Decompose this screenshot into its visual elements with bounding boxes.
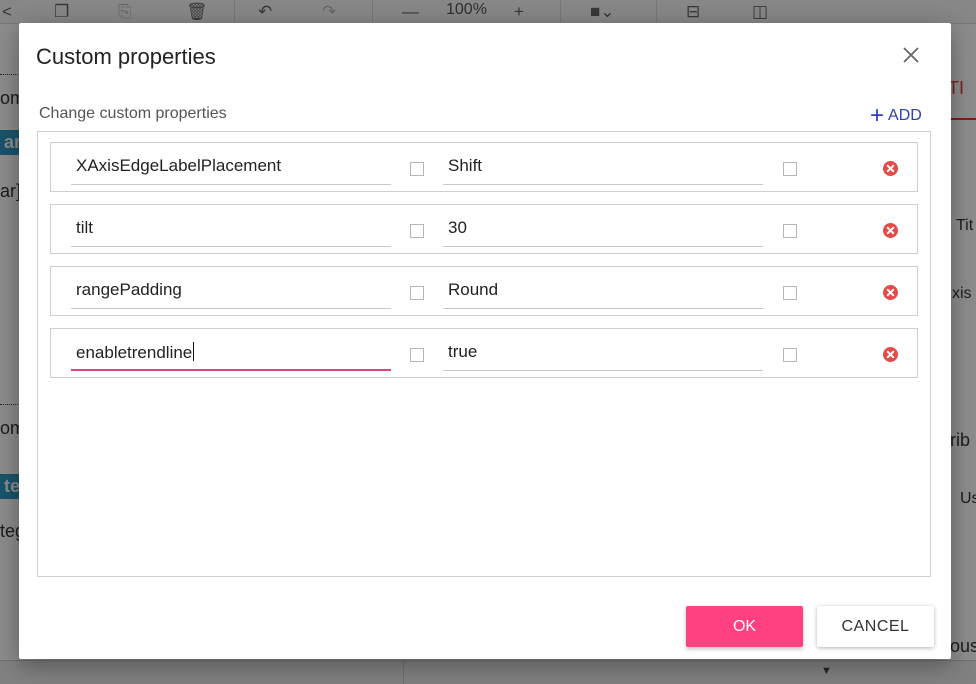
value-checkbox[interactable] [783,348,797,362]
custom-properties-dialog: Custom properties Change custom properti… [19,23,951,659]
plus-icon: + [870,102,885,129]
text-cursor [193,342,195,361]
value-checkbox[interactable] [783,162,797,176]
ok-button[interactable]: OK [686,606,803,647]
add-property-button[interactable]: + ADD [870,102,922,129]
name-checkbox[interactable] [410,286,424,300]
dialog-subtitle: Change custom properties [39,105,227,122]
property-row: enabletrendline true [50,328,918,378]
add-button-label: ADD [888,107,922,124]
name-checkbox[interactable] [410,224,424,238]
name-checkbox[interactable] [410,162,424,176]
close-icon[interactable] [899,43,923,67]
delete-property-icon[interactable] [883,285,898,300]
value-checkbox[interactable] [783,286,797,300]
property-value-input[interactable]: 30 [443,205,763,247]
property-value-input[interactable]: true [443,329,763,371]
cancel-button[interactable]: CANCEL [817,606,934,647]
property-row: tilt 30 [50,204,918,254]
property-name-input[interactable]: XAxisEdgeLabelPlacement [71,143,391,185]
property-value-input[interactable]: Shift [443,143,763,185]
properties-list: XAxisEdgeLabelPlacement Shift tilt 30 ra… [37,131,931,577]
property-name-input[interactable]: enabletrendline [71,329,391,371]
property-name-input[interactable]: rangePadding [71,267,391,309]
delete-property-icon[interactable] [883,161,898,176]
property-row: rangePadding Round [50,266,918,316]
value-checkbox[interactable] [783,224,797,238]
property-row: XAxisEdgeLabelPlacement Shift [50,142,918,192]
delete-property-icon[interactable] [883,347,898,362]
property-name-input[interactable]: tilt [71,205,391,247]
delete-property-icon[interactable] [883,223,898,238]
name-checkbox[interactable] [410,348,424,362]
dialog-title: Custom properties [36,44,216,69]
property-value-input[interactable]: Round [443,267,763,309]
